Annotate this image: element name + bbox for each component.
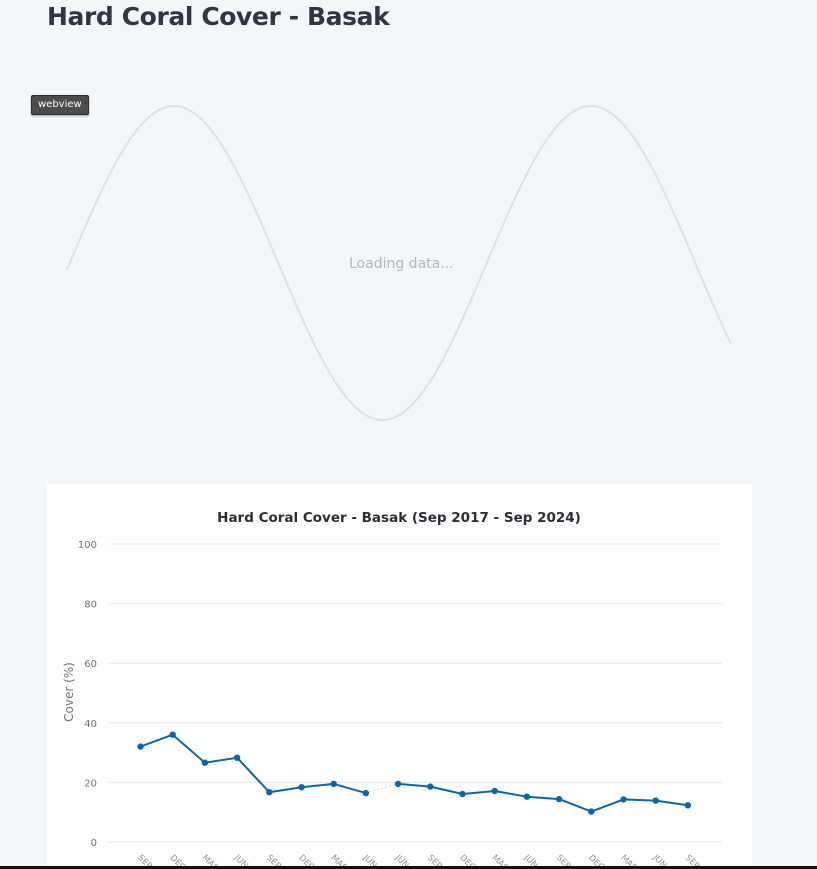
series-line	[398, 782, 689, 813]
data-point[interactable]	[201, 759, 209, 766]
data-point[interactable]	[394, 780, 402, 788]
data-point[interactable]	[620, 796, 627, 803]
data-point[interactable]	[555, 795, 563, 803]
loading-indicator-text: Loading data...	[349, 256, 454, 272]
page-title: Hard Coral Cover - Basak	[47, 2, 390, 31]
chart-title: Hard Coral Cover - Basak (Sep 2017 - Sep…	[217, 510, 581, 526]
data-point[interactable]	[684, 802, 692, 809]
line-chart: Hard Coral Cover - Basak (Sep 2017 - Sep…	[62, 510, 722, 869]
chart-card: Hard Coral Cover - Basak (Sep 2017 - Sep…	[47, 484, 752, 869]
data-point[interactable]	[298, 784, 305, 791]
grid-lines	[109, 543, 722, 843]
y-tick-label: 0	[91, 838, 97, 849]
data-point[interactable]	[588, 808, 595, 815]
data-point[interactable]	[491, 787, 498, 795]
data-point[interactable]	[169, 731, 176, 738]
series-gap-connector	[365, 783, 399, 794]
loading-wave-animation	[66, 104, 732, 421]
data-point[interactable]	[137, 743, 144, 750]
y-tick-label: 20	[84, 778, 97, 789]
y-axis-label: Cover (%)	[62, 662, 76, 722]
data-point[interactable]	[652, 797, 659, 804]
data-point[interactable]	[523, 793, 531, 800]
webview-badge: webview	[31, 95, 89, 115]
y-tick-label: 40	[84, 719, 97, 730]
data-point[interactable]	[233, 754, 241, 761]
y-axis-ticks: 0 20 40 60 80 100	[78, 540, 97, 849]
data-point[interactable]	[330, 780, 337, 788]
y-tick-label: 80	[84, 600, 97, 611]
y-tick-label: 60	[84, 659, 97, 670]
data-point[interactable]	[459, 790, 466, 798]
data-point[interactable]	[427, 783, 434, 790]
y-tick-label: 100	[78, 540, 97, 551]
series-layer	[137, 731, 692, 815]
data-point[interactable]	[266, 789, 273, 796]
data-point[interactable]	[362, 789, 370, 797]
